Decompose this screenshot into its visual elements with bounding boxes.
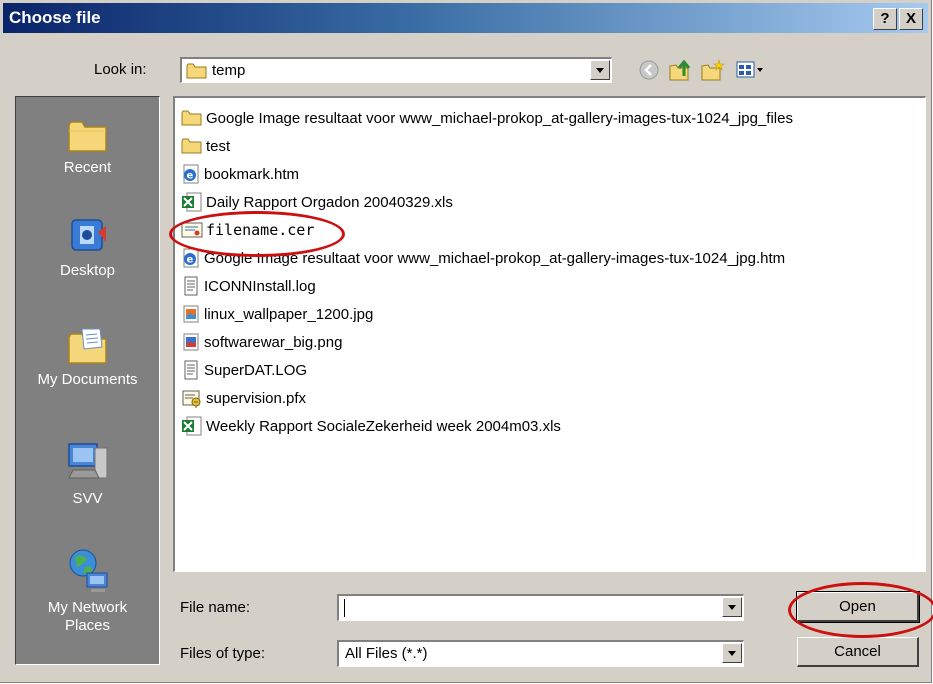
place-recent[interactable]: Recent	[16, 115, 159, 177]
file-name: test	[206, 137, 231, 155]
image-file-icon	[183, 305, 199, 323]
file-name: filename.cer	[206, 221, 315, 239]
folder-icon	[186, 63, 207, 79]
file-name-input[interactable]	[341, 598, 719, 618]
look-in-combo[interactable]: temp	[180, 57, 612, 83]
file-name-label: File name:	[180, 599, 251, 616]
back-icon[interactable]	[637, 58, 661, 82]
certificate-file-icon	[181, 222, 203, 238]
look-in-dropdown-button[interactable]	[590, 60, 610, 80]
place-label: My Network Places	[47, 599, 128, 634]
file-name: linux_wallpaper_1200.jpg	[204, 305, 374, 323]
place-label: My Documents	[37, 371, 138, 388]
file-list[interactable]: Google Image resultaat voor www_michael-…	[173, 96, 926, 572]
views-menu-icon[interactable]	[735, 58, 765, 82]
file-name: bookmark.htm	[204, 165, 300, 183]
file-name-dropdown-button[interactable]	[722, 597, 742, 617]
folder-icon	[181, 138, 202, 154]
place-label: SVV	[72, 490, 103, 507]
file-row[interactable]: SuperDAT.LOG	[181, 358, 307, 382]
places-bar: Recent Desktop My Documents SVV My Netwo…	[15, 96, 160, 665]
folder-icon	[181, 110, 202, 126]
file-row[interactable]: e bookmark.htm	[181, 162, 299, 186]
file-name-combo[interactable]	[337, 594, 744, 621]
svg-text:e: e	[187, 255, 194, 266]
choose-file-dialog: Choose file ? X Look in: temp Recent Des…	[0, 0, 933, 683]
file-row[interactable]: e Google Image resultaat voor www_michae…	[181, 246, 785, 270]
file-name: Google Image resultaat voor www_michael-…	[204, 249, 786, 267]
file-row[interactable]: filename.cer	[181, 218, 314, 242]
file-row[interactable]: Weekly Rapport SocialeZekerheid week 200…	[181, 414, 561, 438]
file-row[interactable]: linux_wallpaper_1200.jpg	[181, 302, 373, 326]
svg-text:e: e	[187, 171, 194, 182]
file-row[interactable]: Google Image resultaat voor www_michael-…	[181, 106, 793, 130]
up-folder-icon[interactable]	[668, 58, 694, 82]
look-in-value: temp	[212, 62, 246, 79]
files-of-type-value: All Files (*.*)	[345, 645, 428, 662]
html-file-icon: e	[183, 164, 199, 184]
excel-file-icon	[182, 416, 202, 436]
desktop-icon	[70, 219, 106, 251]
place-svv[interactable]: SVV	[16, 440, 159, 508]
image-file-icon	[183, 333, 199, 351]
file-name: ICONNInstall.log	[204, 277, 316, 295]
place-label: Recent	[63, 159, 112, 176]
place-my-documents[interactable]: My Documents	[16, 325, 159, 389]
text-file-icon	[184, 276, 198, 296]
files-of-type-select[interactable]: All Files (*.*)	[337, 640, 744, 667]
new-folder-icon[interactable]	[700, 58, 726, 82]
open-button[interactable]: Open	[796, 591, 920, 623]
computer-icon	[67, 443, 107, 479]
files-of-type-dropdown-button[interactable]	[722, 643, 742, 663]
file-row[interactable]: softwarewar_big.png	[181, 330, 342, 354]
title-bar[interactable]: Choose file ? X	[3, 3, 928, 33]
file-name: supervision.pfx	[206, 389, 307, 407]
file-name: Google Image resultaat voor www_michael-…	[206, 109, 793, 127]
place-label: Desktop	[59, 262, 116, 279]
file-name: Weekly Rapport SocialeZekerheid week 200…	[206, 417, 561, 435]
my-documents-icon	[67, 328, 107, 364]
pfx-file-icon	[182, 390, 201, 408]
place-my-network-places[interactable]: My Network Places	[16, 547, 159, 635]
file-name: Daily Rapport Orgadon 20040329.xls	[206, 193, 453, 211]
text-file-icon	[184, 360, 198, 380]
file-row[interactable]: supervision.pfx	[181, 386, 306, 410]
dialog-title: Choose file	[9, 8, 101, 27]
excel-file-icon	[182, 192, 202, 212]
file-row[interactable]: Daily Rapport Orgadon 20040329.xls	[181, 190, 453, 214]
network-globe-icon	[69, 549, 107, 592]
help-button[interactable]: ?	[873, 8, 897, 30]
recent-folder-icon	[67, 121, 107, 152]
files-of-type-label: Files of type:	[180, 645, 266, 662]
close-button[interactable]: X	[899, 8, 923, 30]
cancel-button[interactable]: Cancel	[797, 637, 919, 667]
html-file-icon: e	[183, 248, 199, 268]
file-name: softwarewar_big.png	[204, 333, 343, 351]
file-name: SuperDAT.LOG	[204, 361, 308, 379]
place-desktop[interactable]: Desktop	[16, 216, 159, 280]
look-in-label: Look in:	[94, 61, 147, 78]
file-row[interactable]: ICONNInstall.log	[181, 274, 316, 298]
file-row[interactable]: test	[181, 134, 230, 158]
